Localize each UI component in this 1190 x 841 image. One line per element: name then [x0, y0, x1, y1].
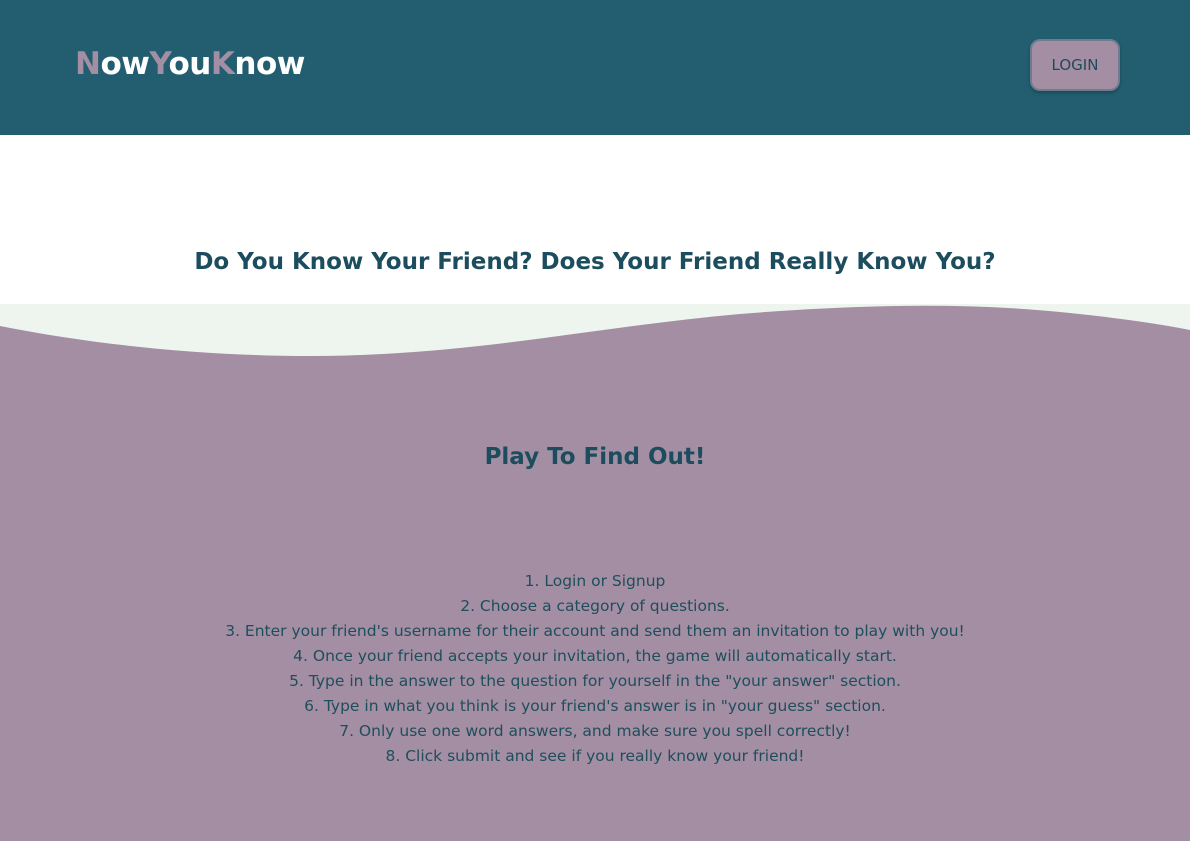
site-logo[interactable]: NowYouKnow	[75, 44, 305, 84]
wave-divider	[0, 304, 1190, 364]
logo-text: ou	[168, 46, 212, 82]
instruction-step: 6. Type in what you think is your friend…	[304, 697, 886, 715]
instruction-step: 3. Enter your friend's username for thei…	[225, 622, 965, 640]
instruction-step: 2. Choose a category of questions.	[460, 597, 730, 615]
instructions-title: Play To Find Out!	[484, 444, 706, 470]
instruction-steps: 1. Login or Signup 2. Choose a category …	[0, 569, 1190, 769]
instruction-step: 1. Login or Signup	[524, 572, 666, 590]
logo-letter: N	[75, 46, 101, 82]
hero-section: Do You Know Your Friend? Does Your Frien…	[0, 135, 1190, 304]
site-header: NowYouKnow LOGIN	[0, 0, 1190, 135]
login-button[interactable]: LOGIN	[1030, 39, 1120, 91]
instruction-step: 4. Once your friend accepts your invitat…	[293, 647, 897, 665]
logo-text: now	[234, 46, 305, 82]
instruction-step: 5. Type in the answer to the question fo…	[289, 672, 901, 690]
logo-letter: K	[210, 46, 235, 82]
hero-title: Do You Know Your Friend? Does Your Frien…	[194, 249, 996, 275]
logo-text: ow	[100, 46, 150, 82]
logo-letter: Y	[149, 46, 169, 82]
instruction-step: 8. Click submit and see if you really kn…	[385, 747, 805, 765]
instruction-step: 7. Only use one word answers, and make s…	[339, 722, 851, 740]
